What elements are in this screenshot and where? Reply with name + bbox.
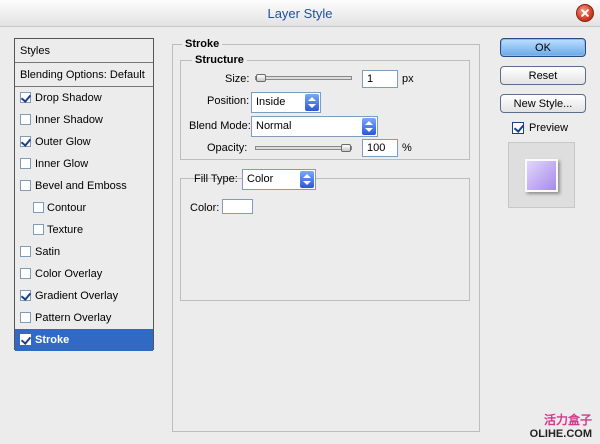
contour-checkbox[interactable] [33, 202, 44, 213]
ok-button[interactable]: OK [500, 38, 586, 57]
dropdown-arrow-icon [300, 171, 314, 188]
position-value: Inside [256, 96, 286, 108]
new-style-button[interactable]: New Style... [500, 94, 586, 113]
watermark-url: OLIHE.COM [529, 428, 592, 440]
satin-checkbox[interactable] [20, 246, 31, 257]
opacity-unit: % [402, 142, 412, 154]
style-item-label: Gradient Overlay [35, 290, 119, 302]
inner-shadow-checkbox[interactable] [20, 114, 31, 125]
pattern-overlay-checkbox[interactable] [20, 312, 31, 323]
style-item-label: Color Overlay [35, 268, 103, 280]
blend-mode-value: Normal [256, 120, 292, 132]
opacity-slider-thumb[interactable] [341, 144, 351, 152]
fill-type-value: Color [247, 173, 274, 185]
position-select[interactable]: Inside [251, 92, 321, 113]
size-slider-thumb[interactable] [256, 74, 266, 82]
size-label: Size: [225, 73, 250, 85]
style-item-label: Texture [47, 224, 84, 236]
watermark-logo-text: 活力盒子 [543, 413, 592, 427]
size-input[interactable] [362, 70, 398, 88]
style-item-label: Bevel and Emboss [35, 180, 127, 192]
style-item-inner-shadow[interactable]: Inner Shadow [15, 109, 153, 131]
color-swatch[interactable] [222, 199, 253, 214]
preview-tile [525, 159, 558, 192]
watermark: 活力盒子 OLIHE.COM [530, 411, 592, 440]
style-item-label: Contour [47, 202, 87, 214]
window-title: Layer Style [267, 6, 333, 21]
style-item-label: Satin [35, 246, 61, 258]
style-item-stroke[interactable]: Stroke [15, 329, 153, 351]
fill-type-select[interactable]: Color [242, 169, 316, 190]
stroke-checkbox[interactable] [20, 334, 31, 345]
close-icon[interactable] [576, 4, 594, 22]
outer-glow-checkbox[interactable] [20, 136, 31, 147]
drop-shadow-checkbox[interactable] [20, 92, 31, 103]
reset-button[interactable]: Reset [500, 66, 586, 85]
position-label: Position: [207, 95, 250, 107]
style-item-satin[interactable]: Satin [15, 241, 153, 263]
layer-style-dialog: Layer Style Styles Blending Options: Def… [0, 0, 600, 444]
preview-thumbnail [508, 142, 575, 208]
style-item-pattern-overlay[interactable]: Pattern Overlay [15, 307, 153, 329]
style-item-bevel-emboss[interactable]: Bevel and Emboss [15, 175, 153, 197]
styles-header[interactable]: Styles [15, 39, 153, 63]
style-item-label: Drop Shadow [35, 92, 102, 104]
color-label: Color: [190, 202, 220, 214]
gradient-overlay-checkbox[interactable] [20, 290, 31, 301]
style-item-color-overlay[interactable]: Color Overlay [15, 263, 153, 285]
preview-checkbox[interactable] [512, 122, 524, 134]
bevel-emboss-checkbox[interactable] [20, 180, 31, 191]
style-item-label: Inner Glow [35, 158, 89, 170]
style-item-contour[interactable]: Contour [15, 197, 153, 219]
structure-group-title: Structure [192, 54, 247, 66]
size-unit: px [402, 73, 414, 85]
blend-mode-select[interactable]: Normal [251, 116, 378, 137]
texture-checkbox[interactable] [33, 224, 44, 235]
style-item-gradient-overlay[interactable]: Gradient Overlay [15, 285, 153, 307]
style-item-outer-glow[interactable]: Outer Glow [15, 131, 153, 153]
styles-list: Styles Blending Options: Default Drop Sh… [14, 38, 154, 351]
blend-mode-label: Blend Mode: [189, 120, 251, 132]
opacity-input[interactable] [362, 139, 398, 157]
preview-label: Preview [529, 122, 569, 134]
style-item-inner-glow[interactable]: Inner Glow [15, 153, 153, 175]
fill-type-label: Fill Type: [194, 173, 238, 185]
style-item-label: Inner Shadow [35, 114, 103, 126]
opacity-label: Opacity: [207, 142, 248, 154]
dropdown-arrow-icon [305, 94, 319, 111]
style-item-label: Pattern Overlay [35, 312, 112, 324]
style-item-label: Stroke [35, 334, 70, 346]
fill-group [180, 178, 470, 301]
inner-glow-checkbox[interactable] [20, 158, 31, 169]
stroke-group-title: Stroke [182, 38, 223, 50]
style-item-drop-shadow[interactable]: Drop Shadow [15, 87, 153, 109]
color-overlay-checkbox[interactable] [20, 268, 31, 279]
style-item-label: Outer Glow [35, 136, 91, 148]
dropdown-arrow-icon [362, 118, 376, 135]
blending-options-item[interactable]: Blending Options: Default [15, 63, 153, 87]
title-bar: Layer Style [0, 0, 600, 27]
opacity-slider[interactable] [255, 144, 352, 152]
style-item-texture[interactable]: Texture [15, 219, 153, 241]
size-slider[interactable] [255, 74, 352, 82]
